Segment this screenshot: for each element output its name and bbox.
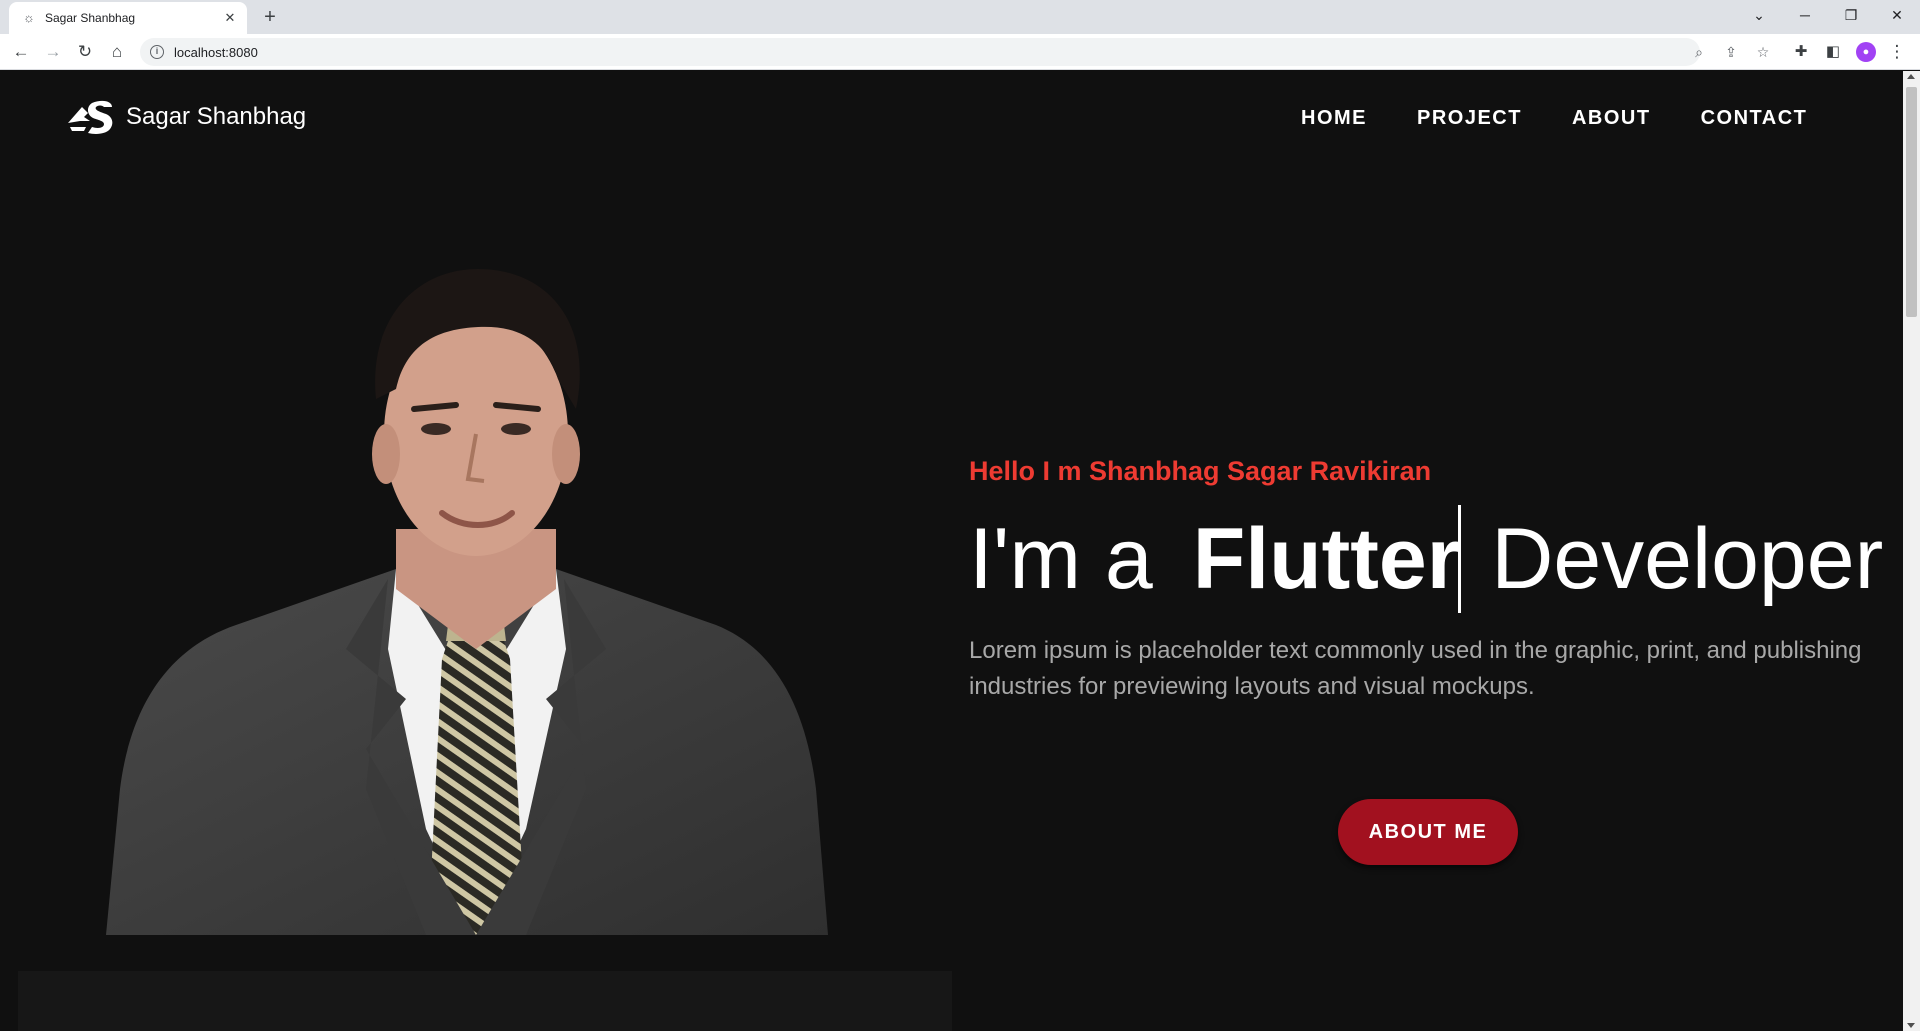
brand-logo-icon — [68, 100, 113, 134]
zoom-icon[interactable]: ⌕ — [1688, 41, 1710, 63]
brand-name: Sagar Shanbhag — [126, 103, 307, 130]
address-url: localhost:8080 — [174, 44, 258, 60]
browser-toolbar: ← → ↻ ⌂ i localhost:8080 ⌕ ⇪ ☆ ✚ ◧ ● ⋮ — [0, 34, 1920, 70]
scroll-down-arrow-icon[interactable] — [1907, 1023, 1915, 1028]
hero-headline: I'm a Flutter Developer — [969, 505, 1889, 613]
hero-greeting: Hello I m Shanbhag Sagar Ravikiran — [969, 456, 1432, 486]
nav-home[interactable]: HOME — [1301, 107, 1367, 130]
nav-about[interactable]: ABOUT — [1572, 107, 1651, 130]
nav-project[interactable]: PROJECT — [1417, 107, 1522, 130]
address-bar[interactable]: i localhost:8080 ⌕ ⇪ ☆ — [140, 38, 1769, 66]
nav-contact[interactable]: CONTACT — [1701, 107, 1808, 130]
minimize-button[interactable]: ─ — [1782, 0, 1828, 30]
page-scrollbar[interactable] — [1903, 71, 1920, 1031]
profile-avatar[interactable]: ● — [1856, 42, 1876, 62]
restore-button[interactable]: ❐ — [1828, 0, 1874, 30]
side-panel-icon[interactable]: ◧ — [1820, 39, 1846, 65]
bookmark-star-icon[interactable]: ☆ — [1752, 41, 1774, 63]
reload-icon[interactable]: ↻ — [72, 39, 98, 65]
brand[interactable]: Sagar Shanbhag — [66, 97, 306, 137]
headline-suffix: Developer — [1491, 511, 1884, 607]
extensions-icon[interactable]: ✚ — [1788, 39, 1814, 65]
site-favicon-icon: ☼ — [23, 10, 35, 25]
tab-close-icon[interactable]: ✕ — [221, 9, 239, 27]
site-info-icon[interactable]: i — [150, 45, 164, 59]
headline-typed-word: Flutter — [1192, 511, 1461, 607]
tab-search-icon[interactable]: ⌄ — [1736, 0, 1782, 30]
home-icon[interactable]: ⌂ — [104, 39, 130, 65]
menu-kebab-icon[interactable]: ⋮ — [1884, 39, 1910, 65]
section-card — [18, 971, 952, 1031]
tab-title: Sagar Shanbhag — [45, 11, 136, 25]
typing-caret — [1458, 505, 1462, 613]
browser-tabstrip: ☼ Sagar Shanbhag ✕ + ⌄ ─ ❐ ✕ — [0, 0, 1920, 34]
scroll-up-arrow-icon[interactable] — [1907, 74, 1915, 79]
page-viewport: Sagar Shanbhag HOME PROJECT ABOUT CONTAC… — [0, 71, 1920, 1031]
scrollbar-thumb[interactable] — [1906, 87, 1917, 317]
main-nav: HOME PROJECT ABOUT CONTACT — [1301, 107, 1807, 130]
forward-arrow-icon[interactable]: → — [40, 39, 66, 65]
browser-tab[interactable]: ☼ Sagar Shanbhag ✕ — [9, 2, 247, 34]
headline-prefix: I'm a — [969, 511, 1153, 607]
about-me-button[interactable]: ABOUT ME — [1338, 799, 1518, 865]
hero-description: Lorem ipsum is placeholder text commonly… — [969, 637, 1862, 700]
close-window-button[interactable]: ✕ — [1874, 0, 1920, 30]
new-tab-button[interactable]: + — [258, 6, 282, 30]
portrait-photo — [106, 269, 828, 935]
site-navbar: Sagar Shanbhag HOME PROJECT ABOUT CONTAC… — [0, 71, 1903, 167]
share-icon[interactable]: ⇪ — [1720, 41, 1742, 63]
back-arrow-icon[interactable]: ← — [8, 39, 34, 65]
hero-text: Hello I m Shanbhag Sagar Ravikiran I'm a… — [969, 456, 1889, 705]
